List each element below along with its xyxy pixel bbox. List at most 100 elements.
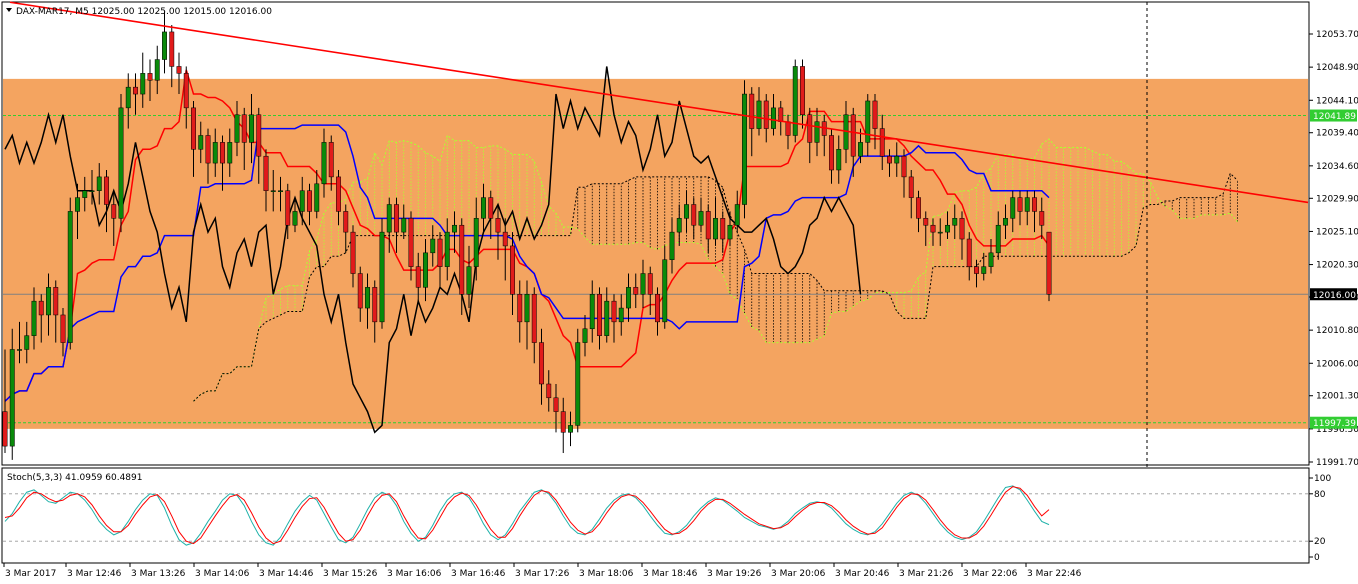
candle-body <box>858 142 863 157</box>
candle-body <box>488 197 494 219</box>
candle-body <box>655 294 660 323</box>
candle-body <box>241 114 247 143</box>
candle-body <box>452 224 457 233</box>
candle-body <box>183 73 189 109</box>
candle-body <box>205 135 211 164</box>
candle-body <box>140 73 146 95</box>
candle-body <box>1003 218 1008 226</box>
candle-body <box>292 211 298 226</box>
price-label-text: 11997.39 <box>1313 419 1356 429</box>
candle-body <box>531 294 537 343</box>
candle-body <box>829 135 834 171</box>
candle-body <box>314 183 320 212</box>
candle-body <box>96 176 102 191</box>
candle-body <box>952 218 958 226</box>
candle-body <box>423 252 428 288</box>
candle-body <box>589 294 595 330</box>
candle-body <box>46 287 51 316</box>
candle-body <box>734 204 740 226</box>
candle-body <box>981 266 987 274</box>
price-chart[interactable]: DAX-MAR17, M5 12025.00 12025.00 12015.00… <box>0 0 1358 584</box>
candle-body <box>1024 197 1030 212</box>
candle-body <box>749 93 755 129</box>
candle-body <box>908 176 914 198</box>
candle-body <box>89 190 95 192</box>
candle-body <box>75 197 80 212</box>
candle-body <box>771 107 776 129</box>
candle-body <box>850 114 856 157</box>
time-axis[interactable]: 3 Mar 2017 3 Mar 12:46 3 Mar 13:26 3 Mar 14… <box>3 563 1082 579</box>
candle-body <box>350 231 356 274</box>
candle-body <box>9 349 15 447</box>
candle-body <box>125 86 131 109</box>
candle-body <box>640 273 646 295</box>
candle-body <box>756 100 762 129</box>
time-tick-label: 3 Mar 2017 <box>5 569 56 579</box>
candle-body <box>473 218 479 267</box>
candle-body <box>618 307 624 323</box>
candle-body <box>256 114 262 157</box>
candle-body <box>104 176 109 205</box>
candle-body <box>111 204 117 219</box>
candle-body <box>568 425 573 433</box>
candle-body <box>502 231 508 247</box>
candle-body <box>459 224 465 295</box>
price-tick-label: 12048.90 <box>1316 63 1358 73</box>
price-tick-label: 11991.70 <box>1316 458 1358 468</box>
candle-body <box>394 204 399 233</box>
price-label-text: 12016.00 <box>1313 291 1356 301</box>
time-tick-label: 3 Mar 22:46 <box>1027 569 1082 579</box>
candle-body <box>807 114 813 143</box>
time-tick-label: 3 Mar 22:06 <box>963 569 1018 579</box>
candle-body <box>24 335 30 350</box>
candle-body <box>31 300 37 336</box>
candle-body <box>887 155 892 164</box>
candle-body <box>894 155 900 164</box>
candle-body <box>937 231 943 234</box>
candle-body <box>1017 197 1023 212</box>
candle-body <box>191 107 196 150</box>
time-tick-label: 3 Mar 17:26 <box>515 569 570 579</box>
candle-body <box>2 411 8 447</box>
candle-body <box>872 100 878 129</box>
candle-body <box>162 31 167 60</box>
candle-body <box>321 142 327 185</box>
symbol-label: DAX-MAR17, M5 12025.00 12025.00 12015.00… <box>16 7 272 17</box>
time-tick-label: 3 Mar 15:26 <box>323 569 378 579</box>
candle-body <box>930 224 936 233</box>
candle-body <box>662 259 668 323</box>
candle-body <box>879 128 885 157</box>
candle-body <box>118 107 124 219</box>
candle-body <box>1039 211 1045 226</box>
candle-body <box>865 100 871 143</box>
candle-body <box>169 31 175 67</box>
candle-body <box>836 149 842 171</box>
candle-body <box>415 266 421 288</box>
candle-body <box>727 224 733 240</box>
candle-body <box>53 287 59 316</box>
candle-body <box>133 86 138 95</box>
price-tick-label: 12034.60 <box>1316 162 1358 172</box>
candle-body <box>916 197 921 219</box>
support-resistance-zone <box>3 78 1308 429</box>
price-tick-label: 12044.10 <box>1316 96 1358 106</box>
time-tick-label: 3 Mar 14:06 <box>195 569 250 579</box>
candle-body <box>705 211 711 240</box>
price-tick-label: 12025.10 <box>1316 227 1358 237</box>
candle-body <box>626 287 631 309</box>
candle-body <box>198 135 204 150</box>
candle-body <box>307 190 312 212</box>
candle-body <box>365 287 370 309</box>
stoch-tick-label: 20 <box>1314 537 1326 547</box>
candle-body <box>575 342 581 426</box>
candle-body <box>386 204 392 233</box>
candle-body <box>220 142 225 164</box>
candle-body <box>234 114 240 143</box>
candle-body <box>466 266 472 295</box>
candle-body <box>17 349 22 351</box>
candle-body <box>995 224 1001 254</box>
price-axis[interactable]: 12053.70 12048.90 12044.10 12039.40 12034.60… <box>1309 30 1358 468</box>
candle-body <box>669 231 675 260</box>
candle-body <box>814 121 820 143</box>
stoch-panel[interactable] <box>1 467 1310 564</box>
